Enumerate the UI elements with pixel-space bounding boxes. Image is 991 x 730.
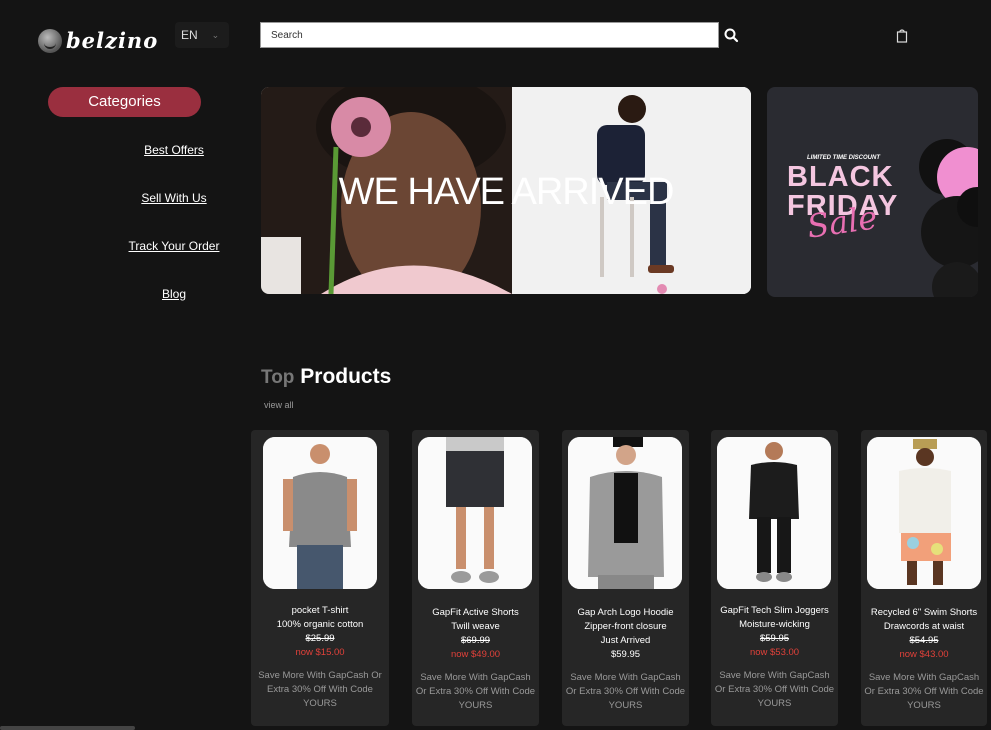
product-old-price: $25.99 (305, 633, 335, 644)
product-image[interactable] (568, 437, 682, 589)
nav-blog[interactable]: Blog (162, 287, 186, 301)
product-image[interactable] (418, 437, 532, 589)
search-input[interactable] (260, 22, 719, 48)
product-desc: Zipper-front closure (584, 621, 667, 632)
product-info: GapFit Tech Slim Joggers Moisture-wickin… (711, 604, 838, 711)
categories-button[interactable]: Categories (48, 87, 201, 117)
product-card[interactable]: Gap Arch Logo Hoodie Zipper-front closur… (562, 430, 689, 726)
cart-icon[interactable] (896, 29, 908, 43)
black-friday-banner[interactable]: LIMITED TIME DISCOUNT BLACK FRIDAY Sale (767, 87, 978, 297)
logo-icon (38, 28, 62, 53)
product-new-price: now $15.00 (295, 647, 345, 658)
product-card[interactable]: GapFit Tech Slim Joggers Moisture-wickin… (711, 430, 838, 726)
product-info: Gap Arch Logo Hoodie Zipper-front closur… (562, 606, 689, 713)
brand-logo[interactable]: belzino (38, 28, 158, 53)
product-card[interactable]: pocket T-shirt 100% organic cotton $25.9… (251, 430, 389, 726)
product-desc: 100% organic cotton (276, 619, 364, 630)
view-all-link[interactable]: view all (264, 400, 294, 410)
product-name: Gap Arch Logo Hoodie (577, 607, 674, 618)
product-name: GapFit Tech Slim Joggers (720, 605, 829, 616)
product-promo-text: Save More With GapCash Or Extra 30% Off … (864, 672, 984, 711)
product-old-price: $69.99 (460, 635, 491, 646)
nav-sell-with-us[interactable]: Sell With Us (141, 191, 206, 205)
product-old-price: $59.95 (759, 633, 790, 644)
product-promo-text: Save More With GapCash Or Extra 30% Off … (415, 672, 536, 711)
nav-best-offers[interactable]: Best Offers (144, 143, 204, 157)
product-promo-text: Save More With GapCash Or Extra 30% Off … (258, 670, 382, 709)
product-promo-text: Save More With GapCash Or Extra 30% Off … (565, 672, 686, 711)
product-image[interactable] (867, 437, 981, 589)
product-new-price: now $43.00 (899, 649, 949, 660)
product-card[interactable]: GapFit Active Shorts Twill weave $69.99 … (412, 430, 539, 726)
nav-track-order[interactable]: Track Your Order (129, 239, 220, 253)
hero-title: WE HAVE ARRIVED (338, 171, 675, 213)
product-badge: Just Arrived (600, 635, 651, 646)
product-name: Recycled 6" Swim Shorts (870, 607, 978, 618)
product-info: Recycled 6" Swim Shorts Drawcords at wai… (861, 606, 987, 713)
promo-line-1: BLACK (787, 161, 894, 193)
product-name: pocket T-shirt (291, 605, 349, 616)
section-title-bold: Products (300, 365, 392, 388)
hero-banner[interactable]: WE HAVE ARRIVED (261, 87, 751, 294)
product-new-price: now $53.00 (749, 647, 800, 658)
logo-text: belzino (66, 28, 159, 53)
product-image[interactable] (263, 437, 377, 589)
product-info: GapFit Active Shorts Twill weave $69.99 … (412, 606, 539, 713)
product-old-price: $54.95 (909, 635, 939, 646)
section-title-light: Top (261, 367, 295, 388)
product-new-price: now $49.00 (450, 649, 501, 660)
language-select[interactable]: EN ⌄ (175, 22, 229, 48)
product-price: $59.95 (610, 649, 641, 660)
product-card[interactable]: Recycled 6" Swim Shorts Drawcords at wai… (861, 430, 987, 726)
section-title: Top Products (261, 365, 391, 389)
product-desc: Moisture-wicking (739, 619, 810, 630)
product-desc: Twill weave (451, 621, 500, 632)
language-value: EN (181, 28, 198, 42)
product-promo-text: Save More With GapCash Or Extra 30% Off … (714, 670, 835, 709)
search-icon[interactable] (722, 26, 742, 46)
product-image[interactable] (717, 437, 831, 589)
horizontal-scrollbar[interactable] (0, 726, 135, 730)
product-desc: Drawcords at waist (883, 621, 965, 632)
chevron-down-icon: ⌄ (211, 29, 220, 40)
product-info: pocket T-shirt 100% organic cotton $25.9… (251, 604, 389, 711)
product-name: GapFit Active Shorts (432, 607, 519, 618)
